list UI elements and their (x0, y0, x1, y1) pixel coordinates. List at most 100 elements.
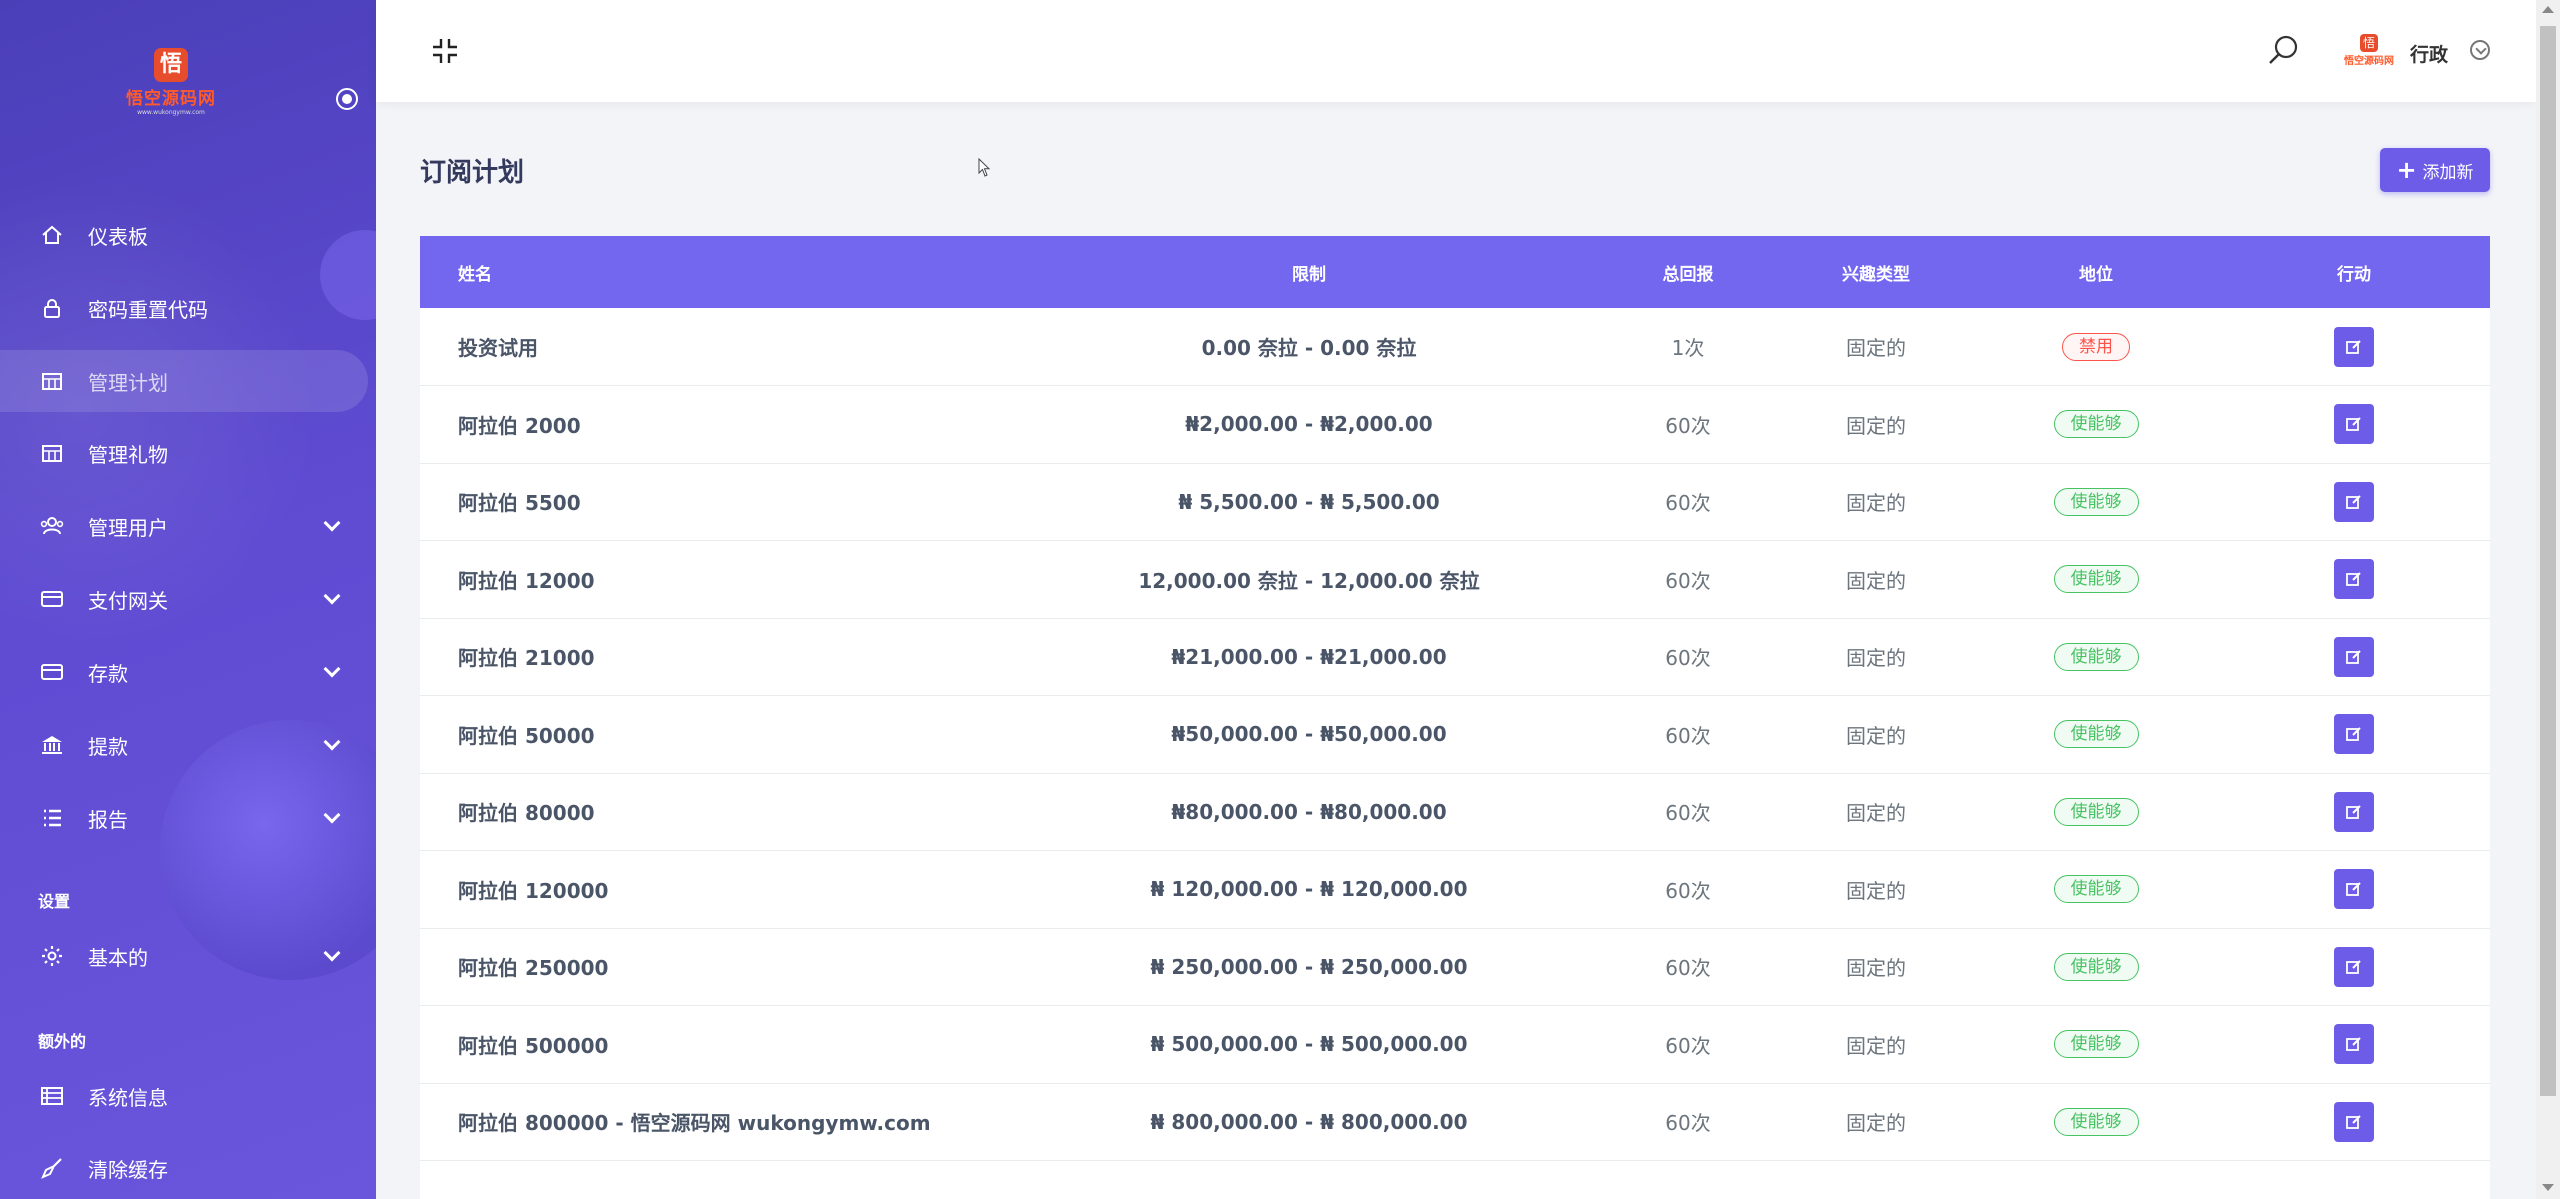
edit-icon (2346, 339, 2361, 354)
table-row[interactable]: 阿拉伯 2000 ₦2,000.00 - ₦2,000.00 60次 固定的 使能够 (420, 386, 2490, 463)
plan-return: 60次 (1665, 1033, 1711, 1058)
edit-button[interactable] (2334, 714, 2374, 755)
sidebar-item-sidebar-items-3[interactable]: 管理礼物 (0, 422, 368, 484)
column-header-name[interactable]: 姓名 (420, 236, 1020, 308)
sidebar-item-sidebar-items-2[interactable]: 管理计划 (0, 350, 368, 412)
credit-card-icon (38, 589, 66, 609)
plan-name: 阿拉伯 500000 (458, 1033, 609, 1058)
plan-name: 阿拉伯 5500 (458, 491, 581, 516)
plan-status-cell: 使能够 (1974, 463, 2218, 541)
sidebar-item-sidebar-extra_items-0[interactable]: 系统信息 (0, 1065, 368, 1127)
column-header-interest-type[interactable]: 兴趣类型 (1778, 236, 1974, 308)
scroll-up-arrow-icon[interactable] (2542, 6, 2554, 13)
plan-name: 阿拉伯 12000 (458, 568, 595, 593)
plan-status-cell: 使能够 (1974, 541, 2218, 619)
plan-name: 阿拉伯 800000 - 悟空源码网 wukongymw.com (458, 1111, 931, 1136)
chevron-down-icon (323, 660, 341, 678)
sidebar-item-sidebar-items-7[interactable]: 提款 (0, 714, 368, 776)
sidebar-item-sidebar-items-0[interactable]: 仪表板 (0, 204, 368, 266)
plan-status-cell: 使能够 (1974, 773, 2218, 851)
sidebar-item-sidebar-items-8[interactable]: 报告 (0, 787, 368, 849)
plan-limit: ₦ 500,000.00 - ₦ 500,000.00 (1150, 1032, 1468, 1057)
table-row[interactable]: 阿拉伯 12000 12,000.00 奈拉 - 12,000.00 奈拉 60次 固… (420, 541, 2490, 619)
sidebar-toggle[interactable] (336, 88, 358, 110)
sidebar-item-label: 基本的 (88, 945, 148, 970)
edit-button[interactable] (2334, 559, 2374, 600)
plan-name: 阿拉伯 21000 (458, 646, 595, 671)
table-row[interactable]: 阿拉伯 250000 ₦ 250,000.00 - ₦ 250,000.00 60次… (420, 928, 2490, 1006)
plan-action-cell (2218, 928, 2490, 1006)
scrollbar-thumb[interactable] (2540, 26, 2556, 1096)
edit-button[interactable] (2334, 326, 2374, 367)
sidebar-item-sidebar-items-1[interactable]: 密码重置代码 (0, 277, 368, 339)
column-header-status[interactable]: 地位 (1974, 236, 2218, 308)
status-badge: 使能够 (2053, 875, 2139, 904)
plan-action-cell (2218, 1006, 2490, 1084)
edit-button[interactable] (2334, 1024, 2374, 1065)
brand-logo[interactable]: 悟 悟空源码网 www.wukongymw.com (116, 48, 226, 118)
plans-table-card: 姓名 限制 总回报 兴趣类型 地位 行动 投资试用 0.00 奈拉 - 0.00 … (420, 236, 2490, 1199)
avatar-text: 悟空源码网 (2344, 56, 2394, 67)
column-header-limit[interactable]: 限制 (1020, 236, 1598, 308)
column-header-action[interactable]: 行动 (2218, 236, 2490, 308)
plan-status-cell: 禁用 (1974, 308, 2218, 386)
collapse-icon[interactable] (430, 36, 460, 66)
plan-interest-type: 固定的 (1846, 878, 1906, 903)
table-row[interactable]: 阿拉伯 800000 - 悟空源码网 wukongymw.com ₦ 800,00… (420, 1083, 2490, 1161)
chevron-down-icon (323, 587, 341, 605)
table-row[interactable]: 阿拉伯 50000 ₦50,000.00 - ₦50,000.00 60次 固定的 使能… (420, 696, 2490, 773)
plan-interest-type: 固定的 (1846, 413, 1906, 438)
plan-name: 阿拉伯 120000 (458, 878, 609, 903)
avatar[interactable]: 悟 悟空源码网 (2344, 32, 2394, 68)
table-row[interactable]: 阿拉伯 120000 ₦ 120,000.00 - ₦ 120,000.00 60次… (420, 851, 2490, 929)
sidebar-item-label: 清除缓存 (88, 1157, 168, 1182)
user-name[interactable]: 行政 (2410, 40, 2448, 67)
table-row[interactable]: 阿拉伯 500000 ₦ 500,000.00 - ₦ 500,000.00 60次… (420, 1006, 2490, 1084)
edit-button[interactable] (2334, 636, 2374, 677)
sidebar-item-sidebar-extra_items-1[interactable]: 清除缓存 (0, 1137, 368, 1199)
column-header-return[interactable]: 总回报 (1598, 236, 1778, 308)
table-row[interactable]: 阿拉伯 5500 ₦ 5,500.00 - ₦ 5,500.00 60次 固定的 使能够 (420, 463, 2490, 541)
plan-action-cell (2218, 1083, 2490, 1161)
plan-name: 投资试用 (458, 336, 538, 360)
sidebar-item-label: 报告 (88, 807, 128, 832)
table-row[interactable]: 投资试用 0.00 奈拉 - 0.00 奈拉 1次 固定的 禁用 (420, 308, 2490, 386)
edit-button[interactable] (2334, 1101, 2374, 1142)
logo-glyph: 悟 (154, 48, 188, 82)
sidebar-item-sidebar-items-6[interactable]: 存款 (0, 641, 368, 703)
status-badge: 使能够 (2053, 642, 2139, 671)
edit-button[interactable] (2334, 791, 2374, 832)
building-icon (38, 370, 66, 392)
edit-icon (2346, 650, 2361, 664)
plan-return: 60次 (1665, 956, 1711, 981)
sidebar-item-sidebar-items-5[interactable]: 支付网关 (0, 568, 368, 630)
sidebar-item-sidebar-settings_items-0[interactable]: 基本的 (0, 925, 368, 987)
scroll-down-arrow-icon[interactable] (2542, 1184, 2554, 1191)
plan-limit: ₦ 250,000.00 - ₦ 250,000.00 (1150, 954, 1468, 979)
table-row[interactable]: 阿拉伯 21000 ₦21,000.00 - ₦21,000.00 60次 固定的 使能… (420, 618, 2490, 696)
plan-status-cell: 使能够 (1974, 1006, 2218, 1084)
plan-return: 60次 (1665, 1111, 1711, 1136)
plan-action-cell (2218, 851, 2490, 929)
edit-button[interactable] (2334, 869, 2374, 910)
add-new-button[interactable]: + 添加新 (2380, 148, 2490, 192)
chevron-down-icon[interactable] (2470, 40, 2490, 60)
edit-icon (2346, 805, 2361, 819)
sidebar-section-settings: 设置 (38, 892, 71, 911)
edit-button[interactable] (2334, 946, 2374, 987)
plan-action-cell (2218, 773, 2490, 851)
page-scrollbar[interactable] (2536, 0, 2560, 1199)
table-header-row: 姓名 限制 总回报 兴趣类型 地位 行动 (420, 236, 2490, 308)
plan-name: 阿拉伯 80000 (458, 801, 595, 826)
edit-icon (2346, 960, 2361, 974)
plans-table: 姓名 限制 总回报 兴趣类型 地位 行动 投资试用 0.00 奈拉 - 0.00 … (420, 236, 2490, 1161)
table-row[interactable]: 阿拉伯 80000 ₦80,000.00 - ₦80,000.00 60次 固定的 使能… (420, 773, 2490, 851)
plan-return: 1次 (1671, 336, 1705, 360)
sidebar-item-label: 提款 (88, 734, 128, 759)
edit-button[interactable] (2334, 481, 2374, 522)
home-icon (38, 224, 66, 246)
plan-limit: ₦21,000.00 - ₦21,000.00 (1171, 644, 1447, 669)
search-icon[interactable] (2266, 34, 2300, 68)
edit-button[interactable] (2334, 404, 2374, 445)
sidebar-item-sidebar-items-4[interactable]: 管理用户 (0, 495, 368, 557)
